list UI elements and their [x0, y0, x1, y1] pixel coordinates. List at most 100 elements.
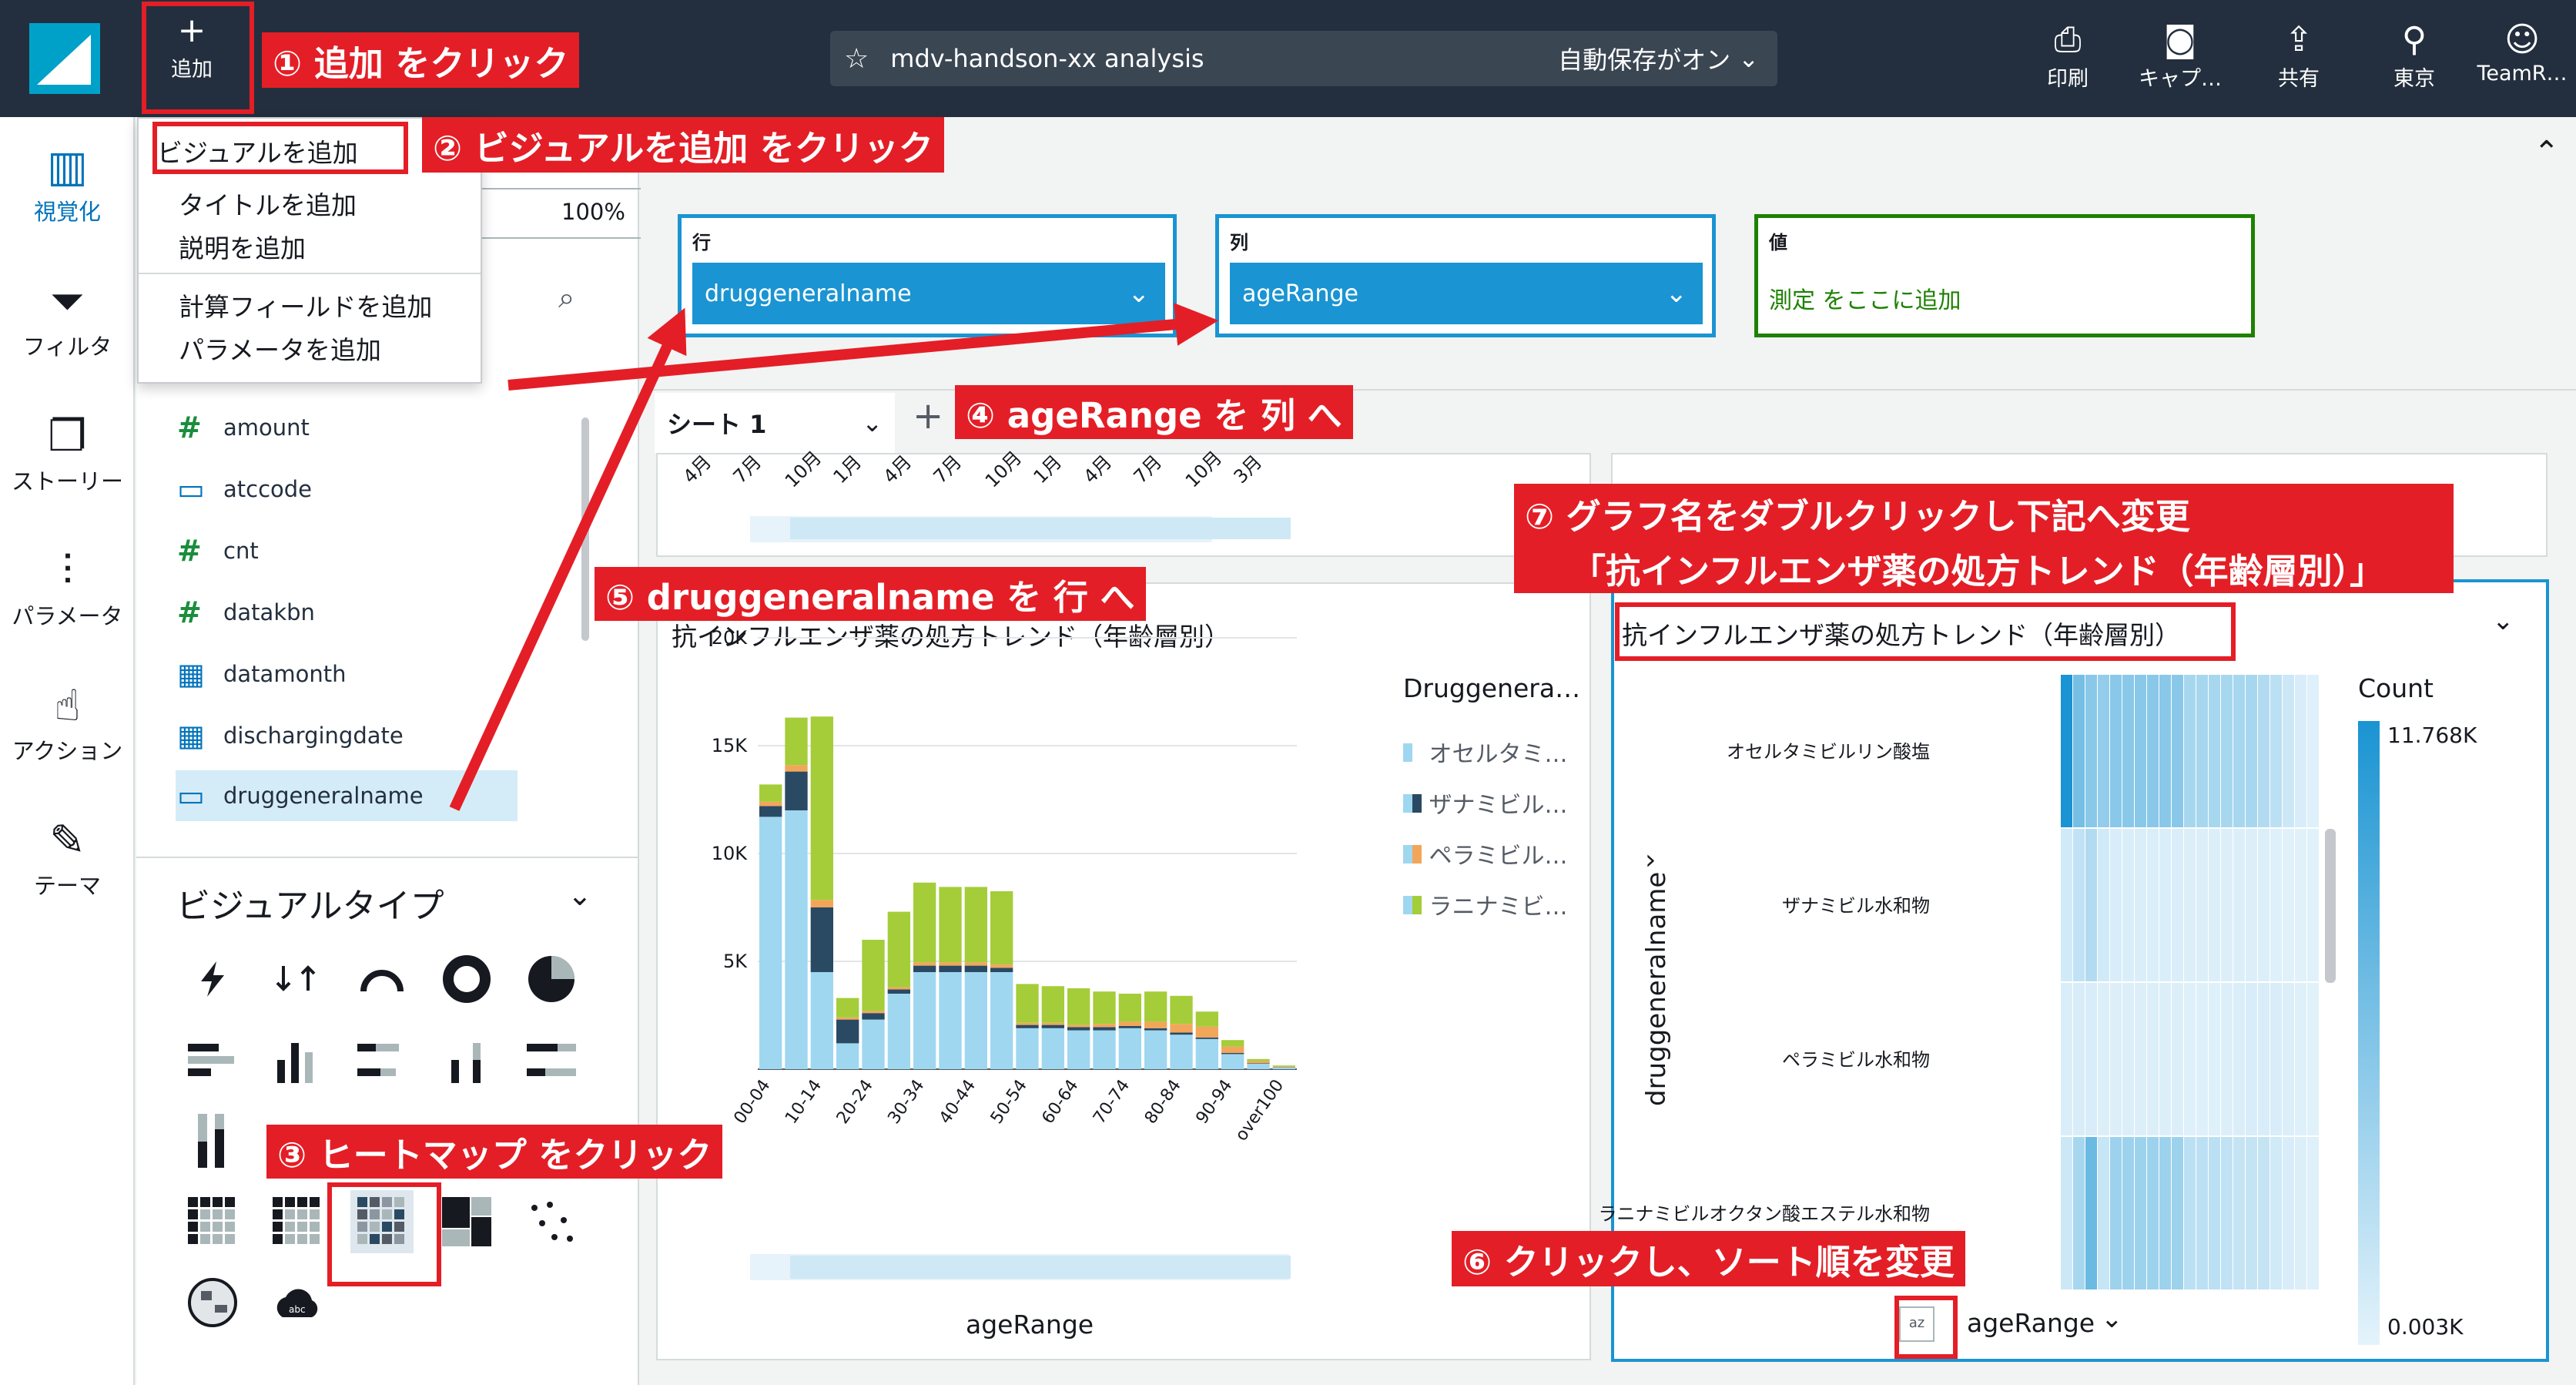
heatmap-cell[interactable]: [2159, 675, 2171, 827]
bar-segment[interactable]: [1247, 1058, 1270, 1061]
heatmap-cell[interactable]: [2295, 829, 2306, 981]
heatmap-cell[interactable]: [2098, 675, 2109, 827]
bar-segment[interactable]: [1118, 994, 1141, 1022]
bar-segment[interactable]: [887, 911, 910, 988]
bar-segment[interactable]: [1170, 1032, 1193, 1035]
heatmap-cell[interactable]: [2110, 1137, 2122, 1289]
heatmap-cell[interactable]: [2073, 1137, 2085, 1289]
bar-segment[interactable]: [1221, 1040, 1244, 1047]
bar-segment[interactable]: [836, 998, 859, 1018]
bar-segment[interactable]: [1118, 1026, 1141, 1028]
heatmap-cell[interactable]: [2184, 983, 2196, 1135]
chevron-down-icon[interactable]: ⌄: [862, 408, 883, 438]
nav-theme[interactable]: ✎ テーマ: [0, 814, 135, 900]
bar-segment[interactable]: [759, 801, 782, 807]
percent-vertical-bar-icon[interactable]: [181, 1109, 244, 1172]
star-icon[interactable]: ☆: [844, 43, 869, 75]
heatmap-cell[interactable]: [2270, 829, 2282, 981]
chevron-right-icon[interactable]: ›: [1645, 844, 1656, 876]
heatmap-cell[interactable]: [2122, 829, 2134, 981]
heatmap-cell[interactable]: [2233, 983, 2245, 1135]
heatmap-cell[interactable]: [2209, 675, 2220, 827]
chevron-down-icon[interactable]: ⌄: [1128, 278, 1151, 309]
heatmap-cell[interactable]: [2258, 829, 2269, 981]
bar-segment[interactable]: [1093, 1027, 1116, 1031]
bar-segment[interactable]: [1144, 1021, 1167, 1028]
bar-segment[interactable]: [1170, 995, 1193, 1024]
bar-segment[interactable]: [939, 965, 962, 972]
add-sheet-button[interactable]: +: [913, 394, 943, 438]
heatmap-cell[interactable]: [2295, 983, 2306, 1135]
chevron-down-icon[interactable]: ⌄: [1666, 278, 1688, 309]
heatmap-cell[interactable]: [2122, 675, 2134, 827]
heatmap-cell[interactable]: [2246, 1137, 2257, 1289]
row-field-well[interactable]: 行 druggeneralname ⌄: [678, 214, 1177, 337]
stacked-vertical-bar-icon[interactable]: [435, 1028, 498, 1092]
heatmap-cell[interactable]: [2295, 675, 2306, 827]
heatmap-cell[interactable]: [2258, 1137, 2269, 1289]
bar-segment[interactable]: [1170, 1024, 1193, 1033]
bar-segment[interactable]: [759, 817, 782, 1069]
heatmap-cell[interactable]: [2098, 829, 2109, 981]
bar-segment[interactable]: [785, 717, 808, 766]
bar-segment[interactable]: [1144, 1030, 1167, 1069]
bar-segment[interactable]: [785, 771, 808, 810]
heatmap-cell[interactable]: [2147, 1137, 2159, 1289]
bar-segment[interactable]: [964, 962, 987, 966]
bar-segment[interactable]: [990, 964, 1013, 968]
heatmap-cell[interactable]: [2221, 983, 2233, 1135]
bar-segment[interactable]: [939, 962, 962, 966]
field-cnt[interactable]: # cnt: [177, 525, 516, 576]
scroll-thumb[interactable]: [790, 518, 1291, 539]
bar-segment[interactable]: [1221, 1046, 1244, 1053]
heatmap-cell[interactable]: [2110, 983, 2122, 1135]
bar-segment[interactable]: [862, 940, 885, 1011]
tree-map-icon[interactable]: [435, 1190, 498, 1253]
menu-add-calculated-field[interactable]: 計算フィールドを追加: [179, 287, 432, 324]
heatmap-scrollbar[interactable]: [2325, 829, 2336, 983]
bar-segment[interactable]: [990, 891, 1013, 965]
bar-segment[interactable]: [810, 716, 833, 900]
heatmap-cell[interactable]: [2172, 1137, 2183, 1289]
analysis-title-bar[interactable]: ☆ mdv-handson-xx analysis 自動保存がオン ⌄: [830, 31, 1777, 86]
heatmap-cell[interactable]: [2307, 829, 2319, 981]
heatmap-cell[interactable]: [2135, 983, 2146, 1135]
bar-segment[interactable]: [887, 989, 910, 994]
heatmap-cell[interactable]: [2172, 983, 2183, 1135]
zoom-level[interactable]: 100%: [561, 199, 625, 225]
bar-segment[interactable]: [836, 1019, 859, 1044]
bar-segment[interactable]: [1221, 1053, 1244, 1055]
chevron-down-icon[interactable]: ⌄: [1738, 44, 1759, 73]
heatmap-cell[interactable]: [2061, 675, 2072, 827]
bar-segment[interactable]: [1041, 1022, 1064, 1025]
heatmap-cell[interactable]: [2196, 983, 2208, 1135]
bar-segment[interactable]: [887, 994, 910, 1069]
field-dischargingdate[interactable]: ▦ dischargingdate: [177, 710, 516, 761]
heatmap-cell[interactable]: [2184, 1137, 2196, 1289]
bar-segment[interactable]: [1093, 991, 1116, 1024]
heatmap-cell[interactable]: [2221, 829, 2233, 981]
bar-segment[interactable]: [1195, 1038, 1218, 1069]
bar-segment[interactable]: [1067, 1024, 1090, 1028]
heatmap-cell[interactable]: [2283, 983, 2294, 1135]
bar-segment[interactable]: [913, 972, 936, 1069]
bar-segment[interactable]: [1067, 988, 1090, 1025]
x-axis-label[interactable]: ageRange: [1967, 1308, 2095, 1338]
bar-segment[interactable]: [1195, 1011, 1218, 1027]
heatmap-cell[interactable]: [2233, 1137, 2245, 1289]
heatmap-cell[interactable]: [2246, 983, 2257, 1135]
table-icon[interactable]: [266, 1190, 329, 1253]
bar-segment[interactable]: [1067, 1027, 1090, 1031]
field-amount[interactable]: # amount: [177, 402, 516, 453]
heatmap-cell[interactable]: [2307, 1137, 2319, 1289]
bar-segment[interactable]: [1195, 1037, 1218, 1039]
bar-segment[interactable]: [1016, 1022, 1039, 1025]
bar-segment[interactable]: [862, 1013, 885, 1020]
column-field-pill[interactable]: ageRange ⌄: [1230, 263, 1703, 324]
heatmap-cell[interactable]: [2073, 983, 2085, 1135]
heatmap-cell[interactable]: [2085, 1137, 2097, 1289]
bar-segment[interactable]: [810, 900, 833, 907]
vertical-bar-icon[interactable]: [266, 1028, 329, 1092]
heatmap-cell[interactable]: [2258, 675, 2269, 827]
heatmap-cell[interactable]: [2196, 675, 2208, 827]
